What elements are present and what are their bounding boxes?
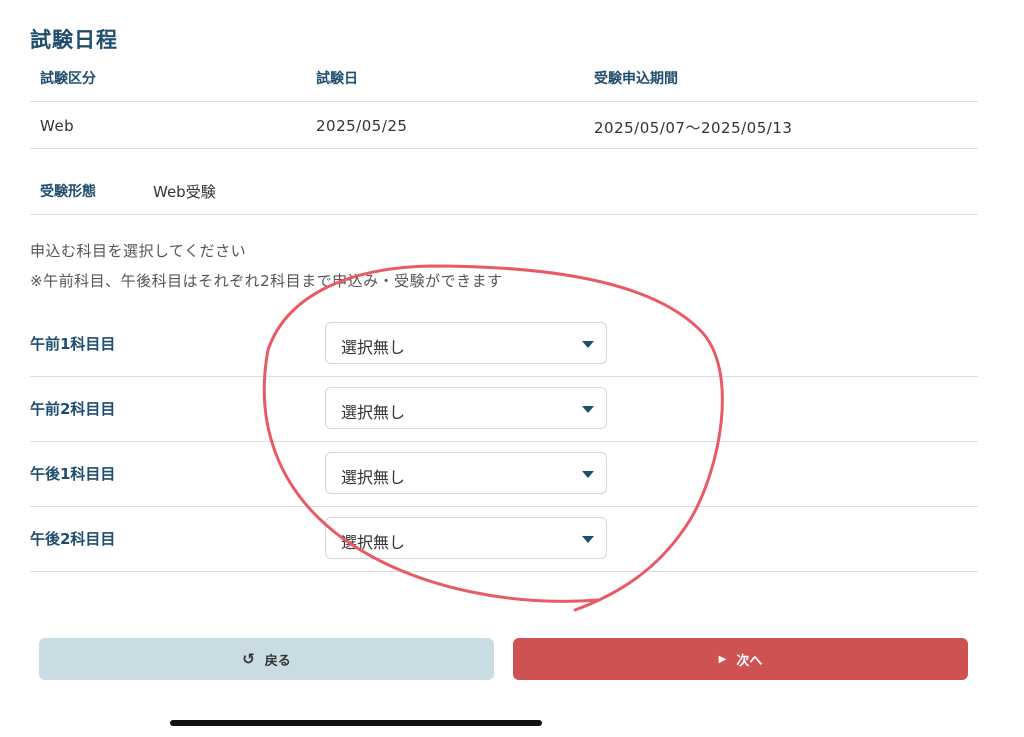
back-button-label: 戻る	[264, 653, 291, 669]
next-button-label: 次へ	[736, 653, 763, 669]
annotation-circle	[262, 264, 724, 612]
undo-icon: ↺	[242, 650, 255, 668]
back-button[interactable]: ↺ 戻る	[39, 638, 494, 680]
home-indicator	[170, 720, 542, 726]
caret-right-icon: ▶	[718, 653, 727, 665]
next-button[interactable]: ▶ 次へ	[513, 638, 968, 680]
